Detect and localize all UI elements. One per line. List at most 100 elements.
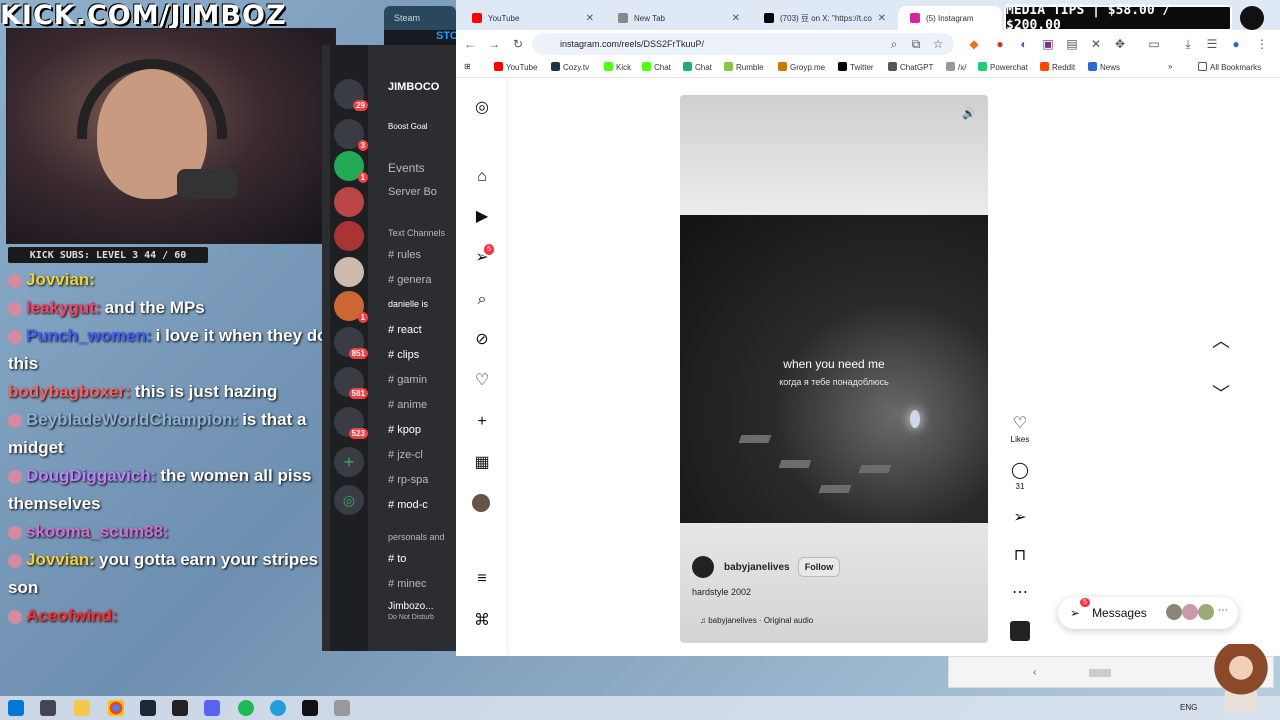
direct-messages-icon[interactable]: ➢ 5: [472, 244, 494, 268]
home-icon[interactable]: ⌂: [472, 167, 492, 187]
server-icon[interactable]: 29: [334, 79, 368, 111]
server-icon[interactable]: 1: [334, 291, 368, 323]
server-icon[interactable]: 851: [334, 327, 368, 359]
star-icon[interactable]: ☆: [930, 36, 946, 52]
apps-icon[interactable]: ⊞: [464, 62, 471, 71]
scrollbar-thumb[interactable]: [1089, 669, 1111, 677]
bookmark-item[interactable]: News: [1088, 62, 1120, 72]
steam-icon[interactable]: [140, 700, 156, 716]
channel-to[interactable]: # to: [388, 553, 406, 565]
channel-react[interactable]: # react: [388, 324, 422, 336]
menu-icon[interactable]: ≡: [472, 569, 492, 589]
menu-icon[interactable]: ☰: [1204, 36, 1220, 52]
bookmark-item[interactable]: Groyp.me: [778, 62, 825, 72]
app-icon[interactable]: [302, 700, 318, 716]
bookmark-item[interactable]: Kick: [604, 62, 631, 72]
search-icon[interactable]: ⌕: [472, 290, 492, 310]
extension-icon[interactable]: ▤: [1064, 36, 1080, 52]
file-explorer-icon[interactable]: [74, 700, 90, 716]
share-button[interactable]: ➢: [1008, 507, 1032, 527]
close-icon[interactable]: ✕: [732, 13, 740, 24]
all-bookmarks[interactable]: All Bookmarks: [1198, 62, 1261, 72]
task-view-icon[interactable]: [40, 700, 56, 716]
discord-username[interactable]: Jimbozo...: [388, 601, 434, 612]
events-item[interactable]: Events: [388, 161, 425, 175]
thread-danielle[interactable]: danielle is: [388, 299, 428, 309]
chrome-icon[interactable]: [108, 700, 124, 716]
telegram-icon[interactable]: [270, 700, 286, 716]
bookmark-item[interactable]: Reddit: [1040, 62, 1075, 72]
dashboard-icon[interactable]: ▦: [472, 453, 492, 473]
channel-clips[interactable]: # clips: [388, 349, 419, 361]
close-icon[interactable]: ✕: [586, 13, 594, 24]
server-icon[interactable]: [334, 257, 364, 287]
extension-icon[interactable]: ▣: [1040, 36, 1056, 52]
server-name[interactable]: JIMBOCO: [388, 81, 439, 93]
author-username[interactable]: babyjanelives: [724, 562, 790, 573]
tab-instagram[interactable]: (5) Instagram: [898, 6, 1002, 30]
boost-goal[interactable]: Boost Goal: [388, 122, 428, 131]
channel-rp[interactable]: # rp-spa: [388, 474, 428, 486]
tab-youtube[interactable]: YouTube ✕: [460, 6, 602, 30]
x-extension-icon[interactable]: ✕: [1088, 36, 1104, 52]
bookmark-item[interactable]: Cozy.tv: [551, 62, 589, 72]
extension-icon[interactable]: ◐: [1016, 36, 1032, 52]
cast-icon[interactable]: ⧉: [908, 36, 924, 52]
channel-minec[interactable]: # minec: [388, 578, 427, 590]
back-icon[interactable]: ←: [462, 36, 478, 52]
instagram-logo-icon[interactable]: ◎: [472, 98, 492, 118]
spotify-icon[interactable]: [238, 700, 254, 716]
channel-rules[interactable]: # rules: [388, 249, 421, 261]
extension-icon[interactable]: ●: [992, 36, 1008, 52]
app-icon[interactable]: [334, 700, 350, 716]
channel-kpop[interactable]: # kpop: [388, 424, 421, 436]
more-options-button[interactable]: ⋯: [1008, 582, 1032, 602]
close-icon[interactable]: ✕: [878, 13, 886, 24]
extension-icon[interactable]: ◆: [966, 36, 982, 52]
text-channels-header[interactable]: Text Channels: [388, 228, 445, 238]
steam-tab[interactable]: Steam: [384, 6, 456, 30]
sidebar-icon[interactable]: ▭: [1146, 36, 1162, 52]
audio-thumbnail[interactable]: [1010, 621, 1030, 641]
scroll-left-icon[interactable]: ‹: [1033, 667, 1036, 678]
discord-icon[interactable]: [204, 700, 220, 716]
bookmark-item[interactable]: /x/: [946, 62, 966, 72]
tab-new-tab[interactable]: New Tab ✕: [606, 6, 748, 30]
language-indicator[interactable]: ENG: [1180, 703, 1197, 712]
notifications-heart-icon[interactable]: ♡: [472, 371, 492, 391]
server-icon[interactable]: [334, 187, 364, 217]
terminal-icon[interactable]: [172, 700, 188, 716]
explore-icon[interactable]: ◎: [334, 485, 364, 515]
server-boosts-item[interactable]: Server Bo: [388, 186, 437, 198]
bookmark-item[interactable]: YouTube: [494, 62, 537, 72]
channel-jze[interactable]: # jze-cl: [388, 449, 423, 461]
profile-avatar[interactable]: [472, 494, 490, 512]
start-icon[interactable]: [8, 700, 24, 716]
bookmark-item[interactable]: Chat: [683, 62, 712, 72]
more-icon[interactable]: ⋮: [1254, 36, 1270, 52]
bookmark-item[interactable]: Rumble: [724, 62, 764, 72]
messages-button[interactable]: ➢ 5 Messages ⋯: [1058, 597, 1238, 629]
audio-attribution[interactable]: ♫ babyjanelives · Original audio: [700, 616, 813, 625]
channel-gaming[interactable]: # gamin: [388, 374, 427, 386]
server-icon[interactable]: 1: [334, 151, 368, 183]
download-icon[interactable]: ⤓: [1180, 36, 1196, 52]
personals-header[interactable]: personals and: [388, 532, 445, 542]
tab-x[interactable]: (703) 豆 on X: "https://t.co ✕: [752, 6, 894, 30]
reload-icon[interactable]: ↻: [510, 36, 526, 52]
speaker-icon[interactable]: 🔊: [962, 107, 976, 120]
reels-icon[interactable]: ▶: [472, 207, 492, 227]
channel-anime[interactable]: # anime: [388, 399, 427, 411]
server-icon[interactable]: [334, 221, 364, 251]
follow-button[interactable]: Follow: [798, 557, 840, 577]
channel-general[interactable]: # genera: [388, 274, 431, 286]
more-bookmarks-icon[interactable]: »: [1168, 62, 1172, 71]
explore-icon[interactable]: ⊘: [472, 330, 492, 350]
zoom-icon[interactable]: ⌕: [886, 36, 902, 52]
comment-button[interactable]: ◯ 31: [1008, 460, 1032, 491]
extensions-puzzle-icon[interactable]: ✥: [1112, 36, 1128, 52]
server-icon[interactable]: 581: [334, 367, 368, 399]
next-reel-button[interactable]: ﹀: [1201, 380, 1241, 412]
like-button[interactable]: ♡ Likes: [1008, 413, 1032, 444]
channel-mod[interactable]: # mod-c: [388, 499, 428, 511]
